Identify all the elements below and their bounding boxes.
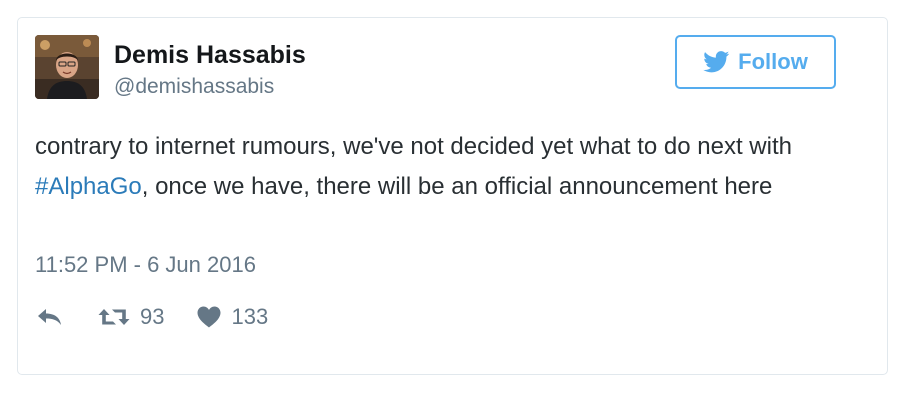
heart-icon — [197, 306, 221, 328]
retweet-button[interactable]: 93 — [97, 304, 164, 330]
hashtag-link[interactable]: #AlphaGo — [35, 173, 142, 200]
like-count: 133 — [231, 304, 269, 329]
avatar[interactable] — [35, 35, 99, 99]
author-name[interactable]: Demis Hassabis — [114, 41, 306, 70]
twitter-bird-icon — [703, 51, 730, 73]
tweet-actions: 93 133 — [35, 300, 268, 334]
reply-icon — [38, 309, 61, 325]
retweet-count: 93 — [140, 304, 165, 329]
like-button[interactable]: 133 — [196, 304, 268, 330]
avatar-image — [35, 35, 99, 99]
tweet-timestamp[interactable]: 11:52 PM - 6 Jun 2016 — [35, 252, 256, 278]
reply-button[interactable] — [35, 306, 65, 328]
tweet-text-end: , once we have, there will be an officia… — [141, 173, 773, 200]
retweet-icon — [98, 309, 130, 325]
follow-button-label: Follow — [738, 49, 808, 74]
tweet-text: contrary to internet rumours, we've not … — [35, 127, 835, 207]
tweet-text-start: contrary to internet rumours, we've not … — [35, 133, 792, 160]
author-handle[interactable]: @demishassabis — [114, 75, 274, 99]
follow-button[interactable]: Follow — [675, 35, 836, 89]
